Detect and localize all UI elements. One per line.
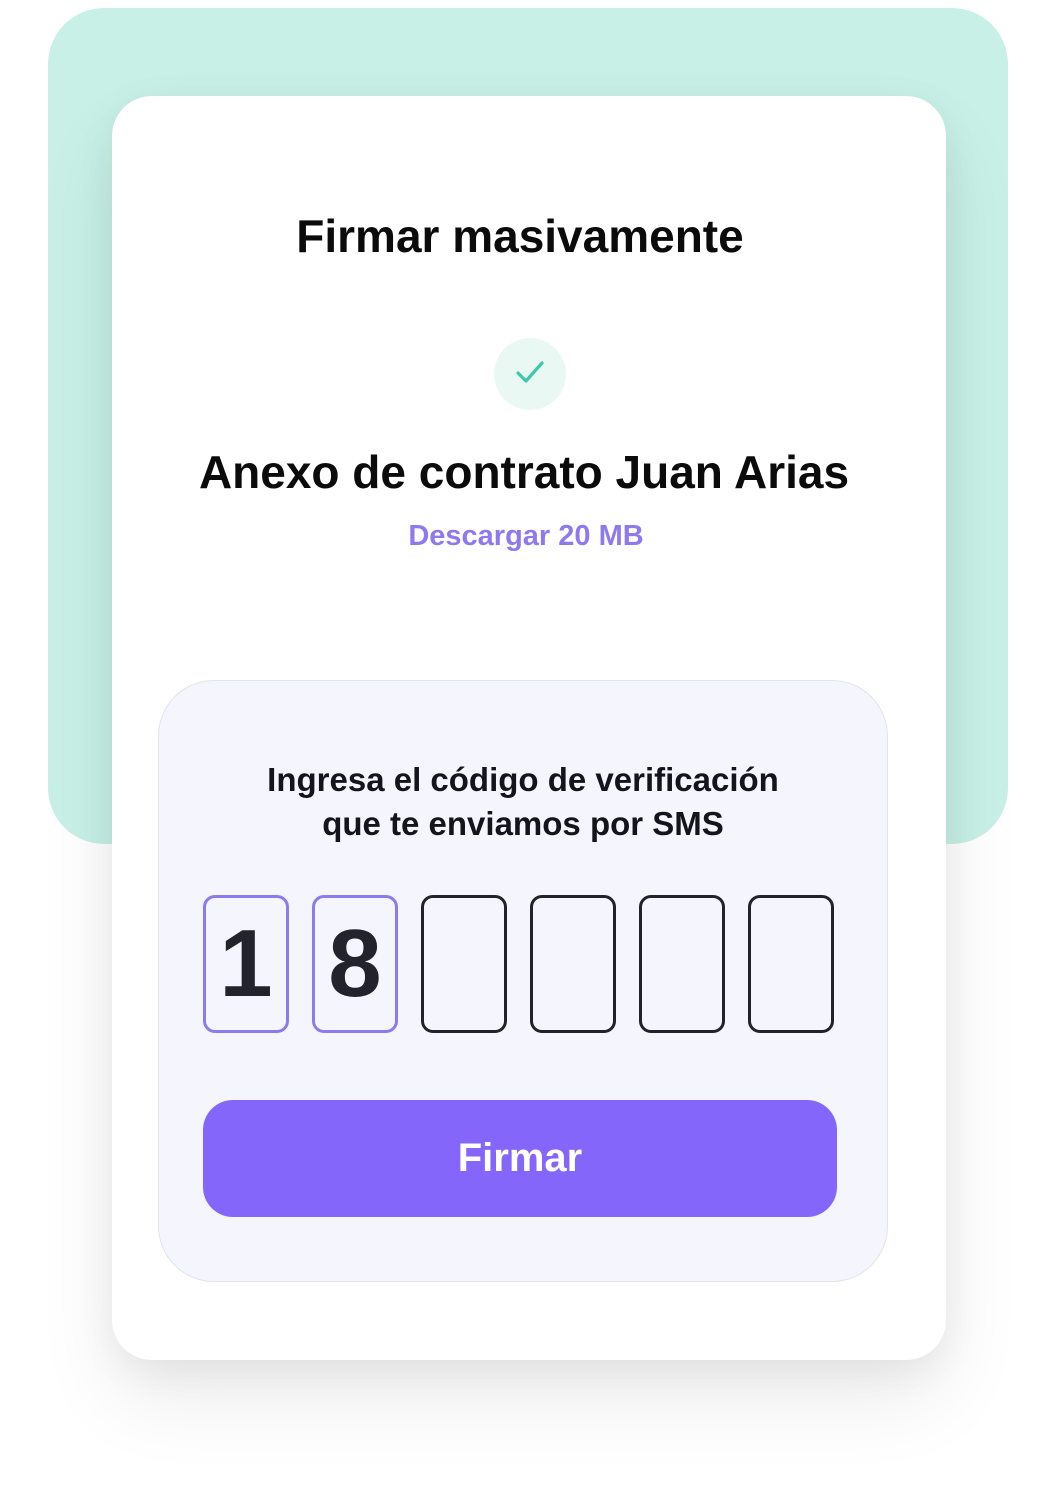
- code-digit-5[interactable]: [639, 895, 725, 1033]
- sign-button[interactable]: Firmar: [203, 1100, 837, 1217]
- code-digit-4[interactable]: [530, 895, 616, 1033]
- code-digit-6[interactable]: [748, 895, 834, 1033]
- verification-instructions: Ingresa el código de verificación que te…: [0, 758, 1046, 846]
- code-digit-3[interactable]: [421, 895, 507, 1033]
- code-digit-2[interactable]: [312, 895, 398, 1033]
- stage: Firmar masivamente Anexo de contrato Jua…: [0, 0, 1058, 1488]
- page-title: Firmar masivamente: [296, 210, 744, 262]
- code-digit-1[interactable]: [203, 895, 289, 1033]
- instructions-line-2: que te enviamos por SMS: [322, 805, 724, 842]
- document-name: Anexo de contrato Juan Arias: [198, 446, 850, 498]
- download-link[interactable]: Descargar 20 MB: [0, 514, 1052, 558]
- instructions-line-1: Ingresa el código de verificación: [267, 761, 779, 798]
- check-icon: [513, 355, 547, 394]
- status-badge: [494, 338, 566, 410]
